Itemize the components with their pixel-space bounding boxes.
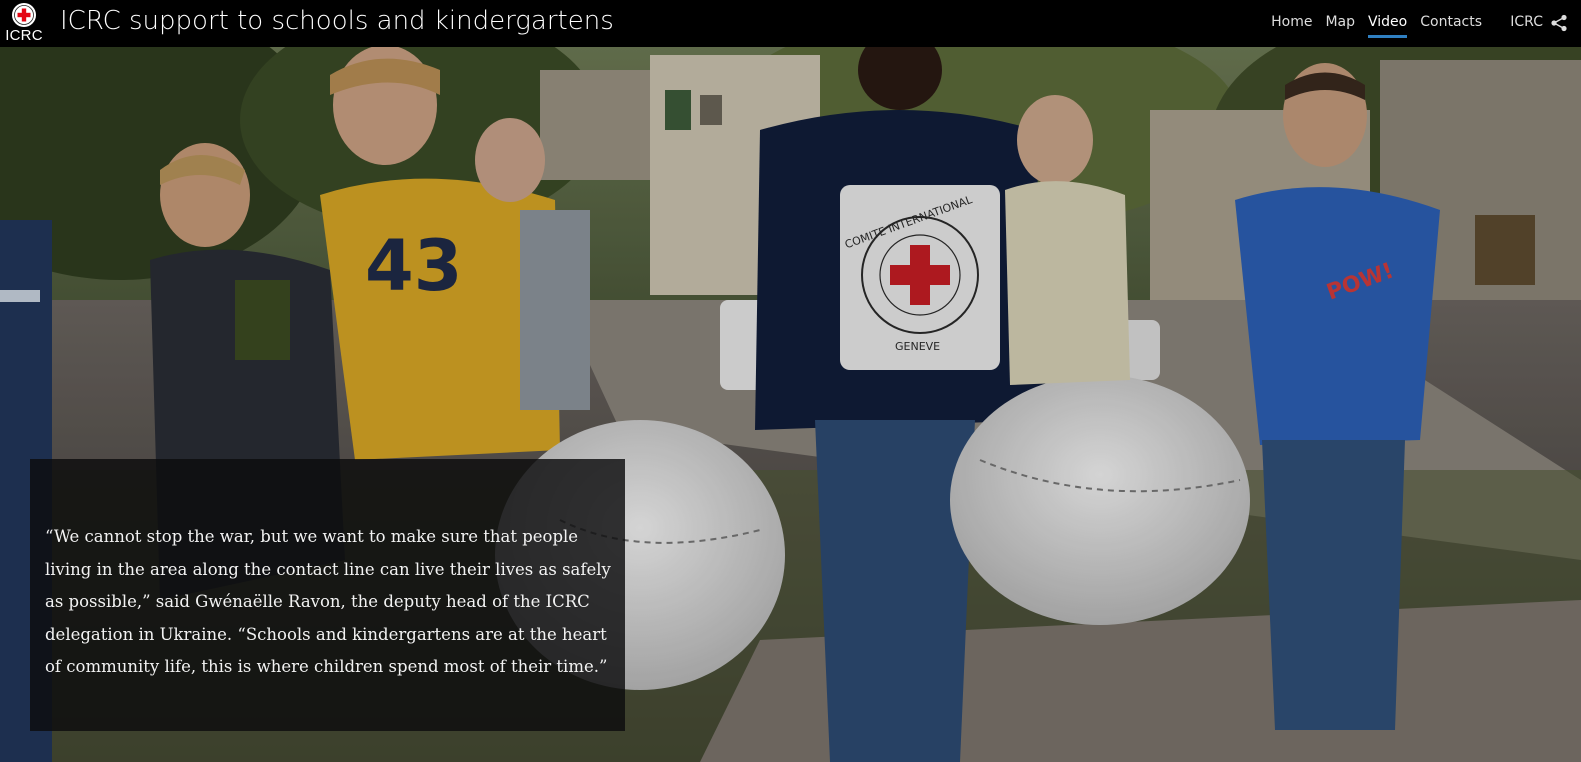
red-cross-emblem-icon: [12, 3, 36, 27]
nav-map[interactable]: Map: [1325, 12, 1355, 38]
nav-home[interactable]: Home: [1271, 12, 1312, 38]
logo-text: ICRC: [5, 27, 43, 44]
quote-text: “We cannot stop the war, but we want to …: [45, 527, 611, 676]
top-header: ICRC ICRC support to schools and kinderg…: [0, 0, 1581, 47]
icrc-link[interactable]: ICRC: [1510, 12, 1543, 32]
share-icon[interactable]: [1550, 14, 1568, 32]
main-nav: Home Map Video Contacts: [1271, 12, 1482, 38]
nav-video[interactable]: Video: [1368, 12, 1408, 38]
page: ICRC ICRC support to schools and kinderg…: [0, 0, 1581, 762]
page-title: ICRC support to schools and kindergarten…: [60, 6, 614, 36]
icrc-logo[interactable]: ICRC: [2, 0, 44, 47]
nav-contacts[interactable]: Contacts: [1420, 12, 1482, 38]
quote-panel: “We cannot stop the war, but we want to …: [30, 459, 625, 731]
